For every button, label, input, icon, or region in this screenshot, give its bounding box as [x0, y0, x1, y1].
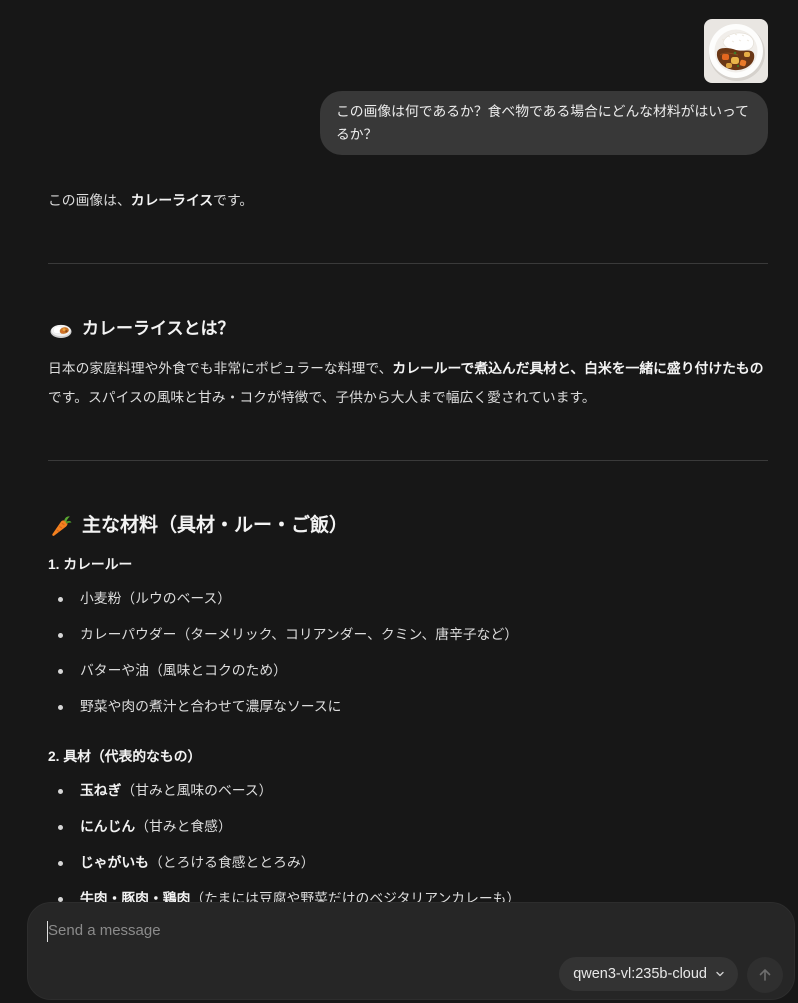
model-selector[interactable]: qwen3-vl:235b-cloud [559, 957, 738, 991]
conversation: この画像は何であるか？食べ物である場合にどんな材料がはいってるか？ この画像は、… [0, 0, 798, 913]
list-item: 小麦粉（ルウのベース） [58, 585, 768, 613]
attached-image-thumbnail[interactable] [704, 19, 768, 83]
intro-text-end: です。 [213, 193, 254, 208]
ingredient-note: （とろける食感ととろみ） [148, 855, 315, 870]
about-paragraph: 日本の家庭料理や外食でも非常にポピュラーな料理で、カレールーで煮込んだ具材と、白… [48, 354, 774, 412]
ingredient-list: 小麦粉（ルウのベース） カレーパウダー（ターメリック、コリアンダー、クミン、唐辛… [48, 585, 768, 721]
divider [48, 263, 768, 264]
message-input[interactable] [48, 919, 768, 943]
bullet-dot [58, 788, 63, 794]
section-heading-ingredients: 主な材料（具材・ルー・ご飯） [48, 511, 768, 541]
user-message-text: この画像は何であるか？食べ物である場合にどんな材料がはいってるか？ [336, 104, 749, 142]
list-item: にんじん（甘みと食感） [58, 813, 768, 841]
ingredient-name: にんじん [80, 819, 136, 834]
user-message-bubble: この画像は何であるか？食べ物である場合にどんな材料がはいってるか？ [320, 91, 768, 155]
ingredient-note: （甘みと風味のベース） [121, 783, 273, 798]
section-heading-about: カレーライスとは？ [48, 315, 768, 343]
intro-text: この画像は、 [48, 193, 131, 208]
assistant-intro: この画像は、カレーライスです。 [48, 187, 768, 215]
bullet-dot [58, 596, 63, 602]
text-caret [47, 921, 48, 942]
list-item: じゃがいも（とろける食感ととろみ） [58, 849, 768, 877]
bullet-dot [58, 704, 63, 710]
list-item-text: バターや油（風味とコクのため） [80, 663, 287, 678]
list-item: 野菜や肉の煮汁と合わせて濃厚なソースに [58, 693, 768, 721]
assistant-message: この画像は、カレーライスです。 カレーライスとは？ 日本の家庭料理や外食でも非常… [48, 187, 768, 913]
list-item-text: 野菜や肉の煮汁と合わせて濃厚なソースに [80, 699, 342, 714]
divider [48, 460, 768, 461]
intro-highlight: カレーライス [130, 193, 214, 208]
model-name: qwen3-vl:235b-cloud [573, 966, 707, 982]
ingredient-name: じゃがいも [80, 855, 149, 870]
list-item: 玉ねぎ（甘みと風味のベース） [58, 777, 768, 805]
list-item: カレーパウダー（ターメリック、コリアンダー、クミン、唐辛子など） [58, 621, 768, 649]
food-photo [704, 19, 768, 83]
ingredient-group-title: 2. 具材（代表的なもの） [48, 749, 202, 764]
bullet-dot [58, 632, 63, 638]
bullet-dot [58, 824, 63, 830]
bullet-dot [58, 668, 63, 674]
message-composer: qwen3-vl:235b-cloud [27, 902, 795, 1000]
ingredient-group-title: 1. カレールー [48, 557, 133, 572]
list-item-text: カレーパウダー（ターメリック、コリアンダー、クミン、唐辛子など） [80, 627, 519, 642]
section-heading-ingredients-text: 主な材料（具材・ルー・ご飯） [82, 515, 349, 536]
chat-scroll-area[interactable]: この画像は何であるか？食べ物である場合にどんな材料がはいってるか？ この画像は、… [0, 0, 798, 1003]
ingredient-note: （甘みと食感） [135, 819, 232, 834]
bullet-dot [58, 860, 63, 866]
chat-app: この画像は何であるか？食べ物である場合にどんな材料がはいってるか？ この画像は、… [0, 0, 798, 1003]
about-text-end: です。スパイスの風味と甘み・コクが特徴で、子供から大人まで幅広く愛されています。 [48, 390, 596, 405]
about-highlight: カレールーで煮込んだ具材と、白米を一緒に盛り付けたもの [392, 361, 764, 376]
carrot-icon [50, 515, 72, 537]
about-text: 日本の家庭料理や外食でも非常にポピュラーな料理で、 [48, 361, 393, 376]
chevron-down-icon [715, 969, 725, 979]
bullet-dot [58, 896, 63, 902]
send-button[interactable] [747, 957, 783, 993]
ingredient-list: 玉ねぎ（甘みと風味のベース） にんじん（甘みと食感） じゃがいも（とろける食感と… [48, 777, 768, 913]
curry-rice-icon [50, 318, 72, 340]
arrow-up-icon [757, 967, 773, 983]
list-item-text: 小麦粉（ルウのベース） [80, 591, 232, 606]
user-message: この画像は何であるか？食べ物である場合にどんな材料がはいってるか？ [48, 19, 768, 155]
section-heading-about-text: カレーライスとは？ [82, 319, 235, 338]
list-item: バターや油（風味とコクのため） [58, 657, 768, 685]
ingredient-name: 玉ねぎ [80, 783, 122, 798]
